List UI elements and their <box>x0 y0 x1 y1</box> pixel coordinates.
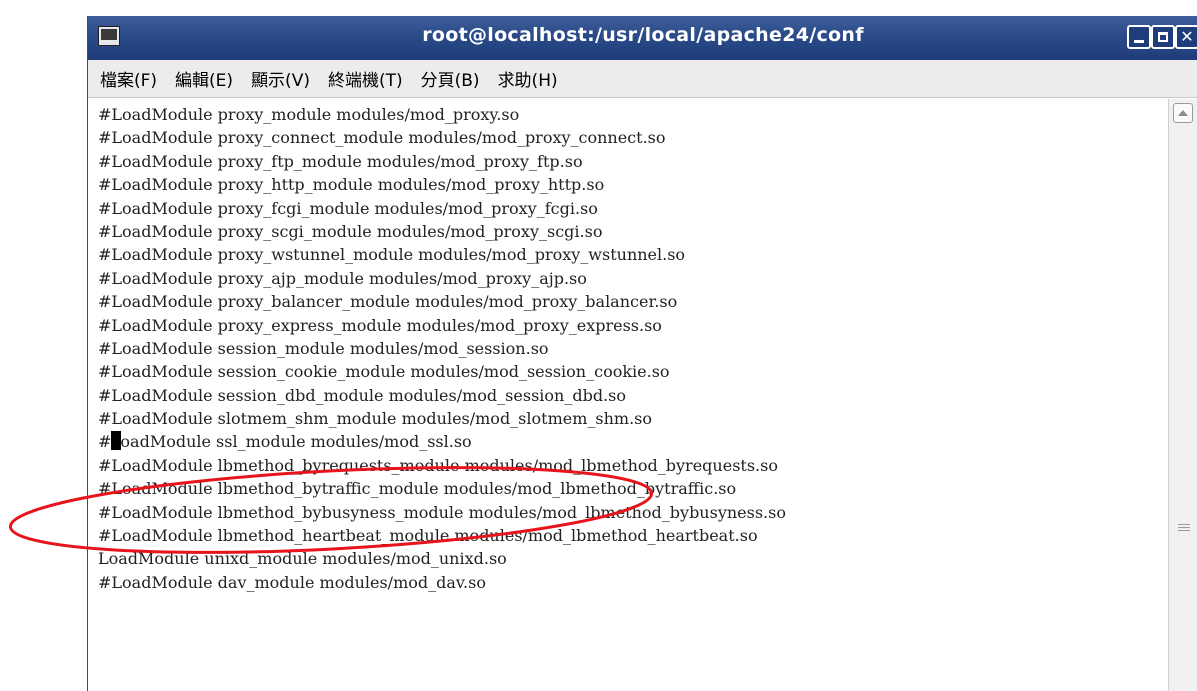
terminal-line: #LoadModule proxy_wstunnel_module module… <box>98 245 686 265</box>
terminal-line: #LoadModule proxy_scgi_module modules/mo… <box>98 221 603 241</box>
terminal-line: #LoadModule proxy_http_module modules/mo… <box>98 175 605 195</box>
menu-help[interactable]: 求助(H) <box>498 66 558 91</box>
menu-edit[interactable]: 編輯(E) <box>175 66 233 91</box>
terminal-line: #LoadModule session_dbd_module modules/m… <box>98 385 626 405</box>
title-bar[interactable]: root@localhost:/usr/local/apache24/conf … <box>88 16 1197 60</box>
scrollbar-grip-icon[interactable] <box>1178 524 1190 532</box>
terminal-line: #LoadModule lbmethod_byrequests_module m… <box>98 455 778 475</box>
minimize-icon <box>1134 39 1144 43</box>
terminal-line: #LoadModule lbmethod_bybusyness_module m… <box>98 502 786 522</box>
menu-bar: 檔案(F) 編輯(E) 顯示(V) 終端機(T) 分頁(B) 求助(H) <box>88 60 1197 98</box>
menu-terminal[interactable]: 終端機(T) <box>328 66 403 91</box>
terminal-line: #LoadModule lbmethod_bytraffic_module mo… <box>98 479 737 499</box>
terminal-line: #LoadModule proxy_fcgi_module modules/mo… <box>98 198 598 218</box>
close-icon: ✕ <box>1180 27 1194 46</box>
minimize-button[interactable] <box>1127 25 1151 49</box>
terminal-line: LoadModule unixd_module modules/mod_unix… <box>98 549 507 569</box>
terminal-line: #LoadModule session_cookie_module module… <box>98 362 670 382</box>
close-button[interactable]: ✕ <box>1175 25 1197 49</box>
menu-tabs[interactable]: 分頁(B) <box>421 66 480 91</box>
menu-file[interactable]: 檔案(F) <box>100 66 157 91</box>
terminal-line: #LoadModule proxy_ajp_module modules/mod… <box>98 268 587 288</box>
terminal-line: #LoadModule lbmethod_heartbeat_module mo… <box>98 526 758 546</box>
terminal-line: #LoadModule dav_module modules/mod_dav.s… <box>98 572 486 592</box>
terminal-output[interactable]: #LoadModule proxy_module modules/mod_pro… <box>88 99 1168 691</box>
window-title: root@localhost:/usr/local/apache24/conf <box>422 24 864 46</box>
vertical-scrollbar[interactable] <box>1168 99 1197 691</box>
terminal-window: root@localhost:/usr/local/apache24/conf … <box>87 16 1197 691</box>
terminal-line: #LoadModule proxy_ftp_module modules/mod… <box>98 151 583 171</box>
terminal-line: #LoadModule proxy_balancer_module module… <box>98 292 678 312</box>
terminal-line: #LoadModule proxy_connect_module modules… <box>98 128 666 148</box>
maximize-icon <box>1158 32 1168 42</box>
text-cursor <box>111 431 122 451</box>
scroll-up-button[interactable] <box>1173 103 1193 123</box>
terminal-line: #LoadModule proxy_module modules/mod_pro… <box>98 105 520 124</box>
terminal-line: # oadModule ssl_module modules/mod_ssl.so <box>98 431 472 452</box>
arrow-up-icon <box>1178 110 1188 116</box>
terminal-line: #LoadModule proxy_express_module modules… <box>98 315 662 335</box>
maximize-button[interactable] <box>1151 25 1175 49</box>
terminal-line: #LoadModule slotmem_shm_module modules/m… <box>98 409 652 429</box>
terminal-line: #LoadModule session_module modules/mod_s… <box>98 338 549 358</box>
menu-view[interactable]: 顯示(V) <box>251 66 310 91</box>
